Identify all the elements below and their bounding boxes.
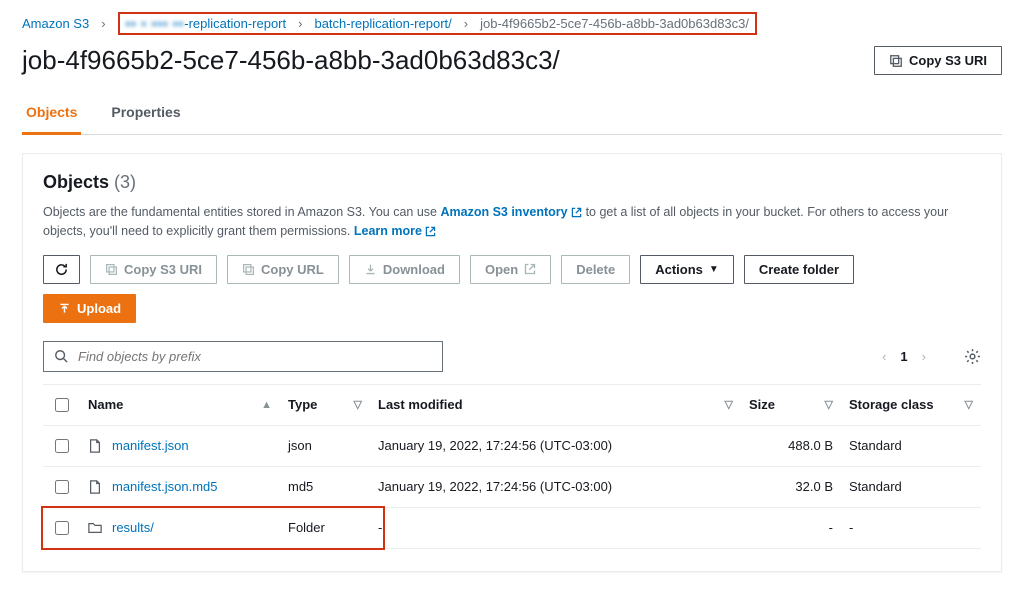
caret-down-icon: ▼ — [709, 264, 719, 275]
file-icon — [88, 439, 104, 453]
filter-icon[interactable]: ▽ — [965, 398, 973, 411]
cell-modified: January 19, 2022, 17:24:56 (UTC-03:00) — [370, 466, 741, 507]
external-link-icon — [524, 263, 536, 275]
file-icon — [88, 480, 104, 494]
copy-url-button[interactable]: Copy URL — [227, 255, 339, 284]
page-number: 1 — [900, 349, 907, 364]
object-name-link[interactable]: results/ — [112, 520, 154, 535]
cell-size: 488.0 B — [741, 425, 841, 466]
copy-icon — [242, 263, 255, 276]
breadcrumb: Amazon S3 › ▪▪ ▪ ▪▪▪ ▪▪-replication-repo… — [22, 12, 1002, 35]
inventory-link[interactable]: Amazon S3 inventory — [440, 205, 582, 219]
pagination: ‹ 1 › — [882, 348, 981, 365]
search-input-wrapper[interactable] — [43, 341, 443, 372]
col-size[interactable]: Size — [749, 397, 775, 412]
copy-icon — [889, 54, 903, 68]
row-checkbox[interactable] — [55, 439, 69, 453]
breadcrumb-bucket[interactable]: ▪▪ ▪ ▪▪▪ ▪▪-replication-report — [126, 16, 287, 31]
tab-properties[interactable]: Properties — [107, 94, 184, 134]
table-row: manifest.json.md5 md5January 19, 2022, 17… — [43, 466, 981, 507]
cell-storage: - — [841, 507, 981, 548]
breadcrumb-current: job-4f9665b2-5ce7-456b-a8bb-3ad0b63d83c3… — [480, 16, 749, 31]
chevron-right-icon: › — [101, 16, 105, 31]
gear-icon[interactable] — [964, 348, 981, 365]
next-page-button[interactable]: › — [922, 349, 926, 364]
prev-page-button[interactable]: ‹ — [882, 349, 886, 364]
cell-type: json — [280, 425, 370, 466]
col-last-modified[interactable]: Last modified — [378, 397, 463, 412]
heading-row: job-4f9665b2-5ce7-456b-a8bb-3ad0b63d83c3… — [22, 45, 1002, 76]
row-checkbox[interactable] — [55, 521, 69, 535]
search-icon — [54, 349, 68, 363]
cell-modified: January 19, 2022, 17:24:56 (UTC-03:00) — [370, 425, 741, 466]
objects-table: Name ▲ Type ▽ Last modified ▽ Size ▽ Storage… — [43, 384, 981, 549]
download-button[interactable]: Download — [349, 255, 460, 284]
cell-storage: Standard — [841, 466, 981, 507]
toolbar-row2: Upload — [43, 294, 981, 323]
toolbar: Copy S3 URI Copy URL Download Open Delet… — [43, 255, 981, 284]
chevron-right-icon: › — [464, 16, 468, 31]
filter-icon[interactable]: ▽ — [725, 398, 733, 411]
sort-asc-icon[interactable]: ▲ — [261, 399, 272, 411]
copy-icon — [105, 263, 118, 276]
table-header-row: Name ▲ Type ▽ Last modified ▽ Size ▽ Storage… — [43, 384, 981, 425]
select-all-checkbox[interactable] — [55, 398, 69, 412]
cell-size: - — [741, 507, 841, 548]
page-title: job-4f9665b2-5ce7-456b-a8bb-3ad0b63d83c3… — [22, 45, 560, 76]
delete-button[interactable]: Delete — [561, 255, 630, 284]
breadcrumb-folder[interactable]: batch-replication-report/ — [314, 16, 451, 31]
breadcrumb-root[interactable]: Amazon S3 — [22, 16, 89, 31]
cell-modified: - — [370, 507, 741, 548]
object-name-link[interactable]: manifest.json — [112, 438, 189, 453]
panel-description: Objects are the fundamental entities sto… — [43, 203, 981, 241]
objects-panel: Objects (3) Objects are the fundamental … — [22, 153, 1002, 572]
actions-dropdown[interactable]: Actions ▼ — [640, 255, 734, 284]
learn-more-link[interactable]: Learn more — [354, 224, 437, 238]
col-name[interactable]: Name — [88, 397, 123, 412]
copy-s3-uri-button-toolbar[interactable]: Copy S3 URI — [90, 255, 217, 284]
chevron-right-icon: › — [298, 16, 302, 31]
breadcrumb-highlight-box: ▪▪ ▪ ▪▪▪ ▪▪-replication-report › batch-r… — [118, 12, 757, 35]
table-row: results/Folder--- — [43, 507, 981, 548]
open-button[interactable]: Open — [470, 255, 551, 284]
cell-storage: Standard — [841, 425, 981, 466]
object-name-link[interactable]: manifest.json.md5 — [112, 479, 218, 494]
external-link-icon — [571, 207, 582, 218]
table-row: manifest.json jsonJanuary 19, 2022, 17:24… — [43, 425, 981, 466]
upload-button[interactable]: Upload — [43, 294, 136, 323]
search-input[interactable] — [76, 348, 432, 365]
create-folder-button[interactable]: Create folder — [744, 255, 854, 284]
upload-icon — [58, 302, 71, 315]
cell-size: 32.0 B — [741, 466, 841, 507]
filter-row: ‹ 1 › — [43, 341, 981, 372]
folder-icon — [88, 521, 104, 535]
panel-heading: Objects (3) — [43, 172, 981, 193]
cell-type: md5 — [280, 466, 370, 507]
refresh-icon — [54, 262, 69, 277]
col-type[interactable]: Type — [288, 397, 317, 412]
col-storage-class[interactable]: Storage class — [849, 397, 934, 412]
tabs: Objects Properties — [22, 94, 1002, 135]
copy-s3-uri-button[interactable]: Copy S3 URI — [874, 46, 1002, 75]
refresh-button[interactable] — [43, 255, 80, 284]
filter-icon[interactable]: ▽ — [354, 398, 362, 411]
external-link-icon — [425, 226, 436, 237]
cell-type: Folder — [280, 507, 370, 548]
tab-objects[interactable]: Objects — [22, 94, 81, 135]
filter-icon[interactable]: ▽ — [825, 398, 833, 411]
download-icon — [364, 263, 377, 276]
row-checkbox[interactable] — [55, 480, 69, 494]
